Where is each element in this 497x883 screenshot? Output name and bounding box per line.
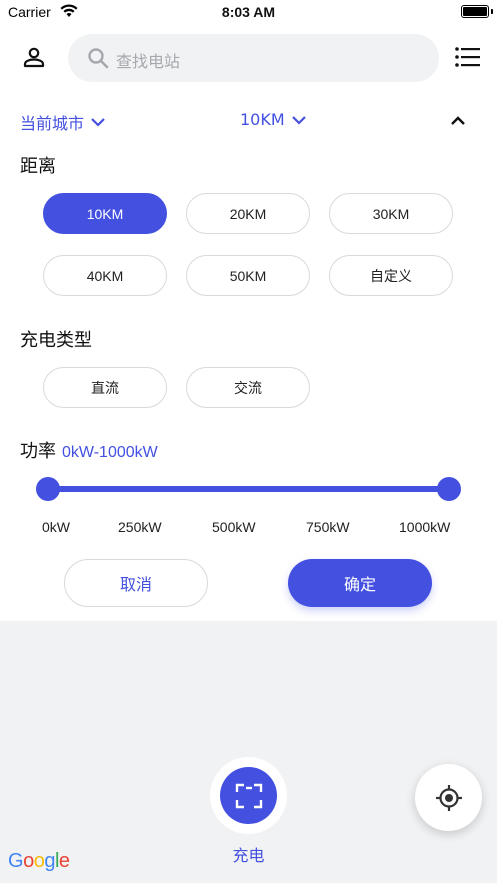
status-bar: Carrier 8:03 AM [0,0,497,26]
google-logo: Google [8,850,70,873]
cancel-button[interactable]: 取消 [64,559,208,607]
charge-scan-button-inner [220,767,277,824]
distance-filter-label: 10KM [240,110,285,129]
google-logo-letter: o [23,850,34,872]
chevron-up-icon[interactable] [448,111,468,129]
power-tick-label: 1000kW [399,519,451,535]
charge-type-dc[interactable]: 直流 [43,367,167,408]
power-tick-label: 500kW [212,519,256,535]
charge-label: 充电 [232,846,265,865]
charge-type-section-title: 充电类型 [20,330,92,351]
power-tick-label: 250kW [118,519,162,535]
distance-option-20km[interactable]: 20KM [186,193,310,234]
distance-option-50km[interactable]: 50KM [186,255,310,296]
distance-option-30km[interactable]: 30KM [329,193,453,234]
power-slider-track[interactable] [48,486,449,492]
distance-section-title: 距离 [20,156,56,177]
power-range-value: 0kW-1000kW [62,444,158,461]
google-logo-letter: g [44,850,55,872]
power-slider-max-handle[interactable] [437,477,461,501]
power-section-title: 功率 [20,441,56,462]
clock: 8:03 AM [221,4,276,20]
chevron-down-icon [91,118,105,127]
battery-cap [491,9,493,14]
search-icon [88,48,109,69]
power-slider-min-handle[interactable] [36,477,60,501]
search-input[interactable]: 查找电站 [68,34,439,82]
distance-option-custom[interactable]: 自定义 [329,255,453,296]
list-menu-icon[interactable] [455,47,480,67]
power-tick-label: 750kW [306,519,350,535]
city-filter-label: 当前城市 [20,114,85,133]
charge-scan-button[interactable] [210,757,287,834]
crosshair-location-icon [435,784,462,811]
search-placeholder: 查找电站 [116,52,181,71]
google-logo-letter: o [33,850,45,872]
city-filter-dropdown[interactable]: 当前城市 [20,110,106,134]
confirm-button[interactable]: 确定 [288,559,432,607]
charge-type-ac[interactable]: 交流 [186,367,310,408]
battery-icon [461,5,489,18]
user-icon[interactable] [22,45,46,69]
chevron-down-icon [291,115,306,125]
power-section-header: 功率 0kW-1000kW [20,437,158,463]
google-logo-letter: G [8,850,24,872]
power-tick-label: 0kW [42,519,70,535]
distance-option-10km[interactable]: 10KM [43,193,167,234]
scan-icon [235,783,262,808]
google-logo-letter: e [58,850,70,872]
distance-filter-dropdown[interactable]: 10KM [240,110,307,129]
locate-button[interactable] [415,764,482,831]
distance-option-40km[interactable]: 40KM [43,255,167,296]
